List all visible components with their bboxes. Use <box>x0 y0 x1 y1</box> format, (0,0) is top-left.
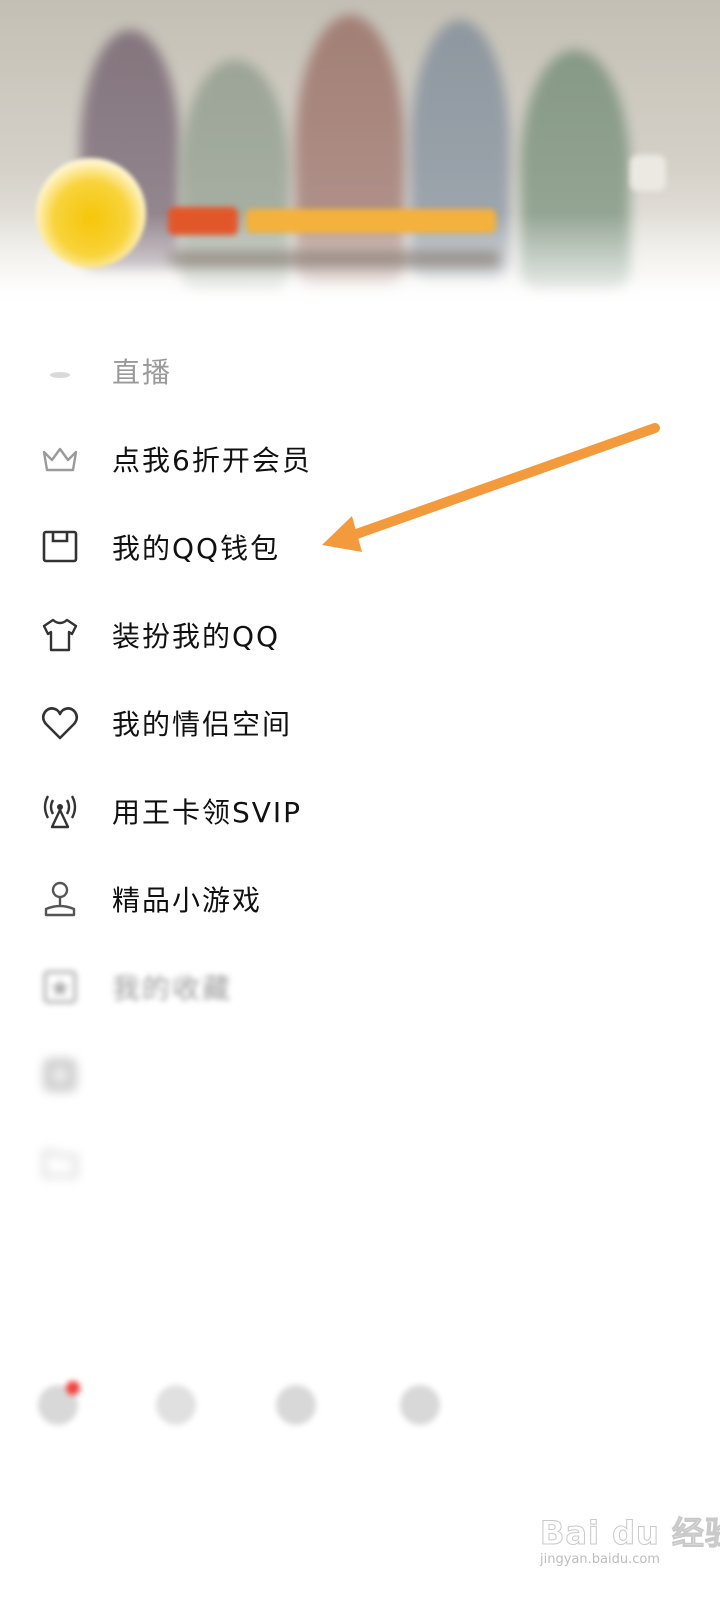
phone-icon <box>156 1385 196 1425</box>
nickname-row[interactable] <box>168 204 496 238</box>
header-action-icon[interactable] <box>630 155 666 191</box>
weather-icon <box>400 1385 440 1425</box>
bottom-tab-phone[interactable] <box>146 1385 206 1439</box>
menu-item-king-card[interactable]: 用王卡领SVIP <box>0 767 720 855</box>
shirt-icon <box>40 615 80 655</box>
joystick-icon <box>40 879 80 919</box>
bottom-tab-settings[interactable] <box>28 1381 88 1439</box>
wallet-icon <box>40 527 80 567</box>
watermark-brand: Bai du 经验 <box>540 1514 720 1553</box>
watermark-url: jingyan.baidu.com <box>540 1552 660 1567</box>
menu-item-album[interactable] <box>0 1031 720 1119</box>
menu-item-couple-space[interactable]: 我的情侣空间 <box>0 679 720 767</box>
menu-item-label: 装扮我的QQ <box>112 620 281 653</box>
menu-item-label: 我的情侣空间 <box>112 708 293 741</box>
profile-header <box>0 0 720 305</box>
menu-item-favorites[interactable]: 我的收藏 <box>0 943 720 1031</box>
menu-item-wallet[interactable]: 我的QQ钱包 <box>0 503 720 591</box>
menu-item-games[interactable]: 精品小游戏 <box>0 855 720 943</box>
menu-item-label: 我的收藏 <box>112 972 233 1005</box>
menu-item-label: 直播 <box>112 356 173 389</box>
watermark: Bai du 经验 jingyan.baidu.com <box>540 1488 720 1588</box>
menu-item-files[interactable] <box>0 1119 720 1207</box>
menu-item-vip[interactable]: 点我6折开会员 <box>0 415 720 503</box>
heart-icon <box>40 703 80 743</box>
star-box-icon <box>40 967 80 1007</box>
menu-item-label: 用王卡领SVIP <box>112 796 303 829</box>
menu-item-label: 精品小游戏 <box>112 884 263 917</box>
nickname <box>246 209 496 233</box>
folder-icon <box>40 1143 80 1183</box>
signature <box>170 250 500 268</box>
drawer-bottom-bar <box>0 1375 720 1475</box>
signal-tower-icon <box>40 791 80 831</box>
menu-item-dressup[interactable]: 装扮我的QQ <box>0 591 720 679</box>
theme-icon <box>276 1385 316 1425</box>
bottom-tab-theme[interactable] <box>266 1385 326 1439</box>
live-icon <box>40 351 80 391</box>
drawer-menu: 直播 点我6折开会员 我的QQ钱包 装扮我的QQ 我的情侣空间 用王卡领SVIP… <box>0 327 720 1207</box>
crown-icon <box>40 439 80 479</box>
settings-icon <box>38 1381 80 1425</box>
menu-item-label: 我的QQ钱包 <box>112 532 281 565</box>
bottom-tab-weather[interactable] <box>390 1385 450 1439</box>
menu-item-live[interactable]: 直播 <box>0 327 720 415</box>
album-icon <box>40 1055 80 1095</box>
avatar[interactable] <box>36 158 146 268</box>
menu-item-label: 点我6折开会员 <box>112 444 312 477</box>
vip-badge <box>168 207 238 235</box>
notification-badge <box>66 1381 80 1395</box>
